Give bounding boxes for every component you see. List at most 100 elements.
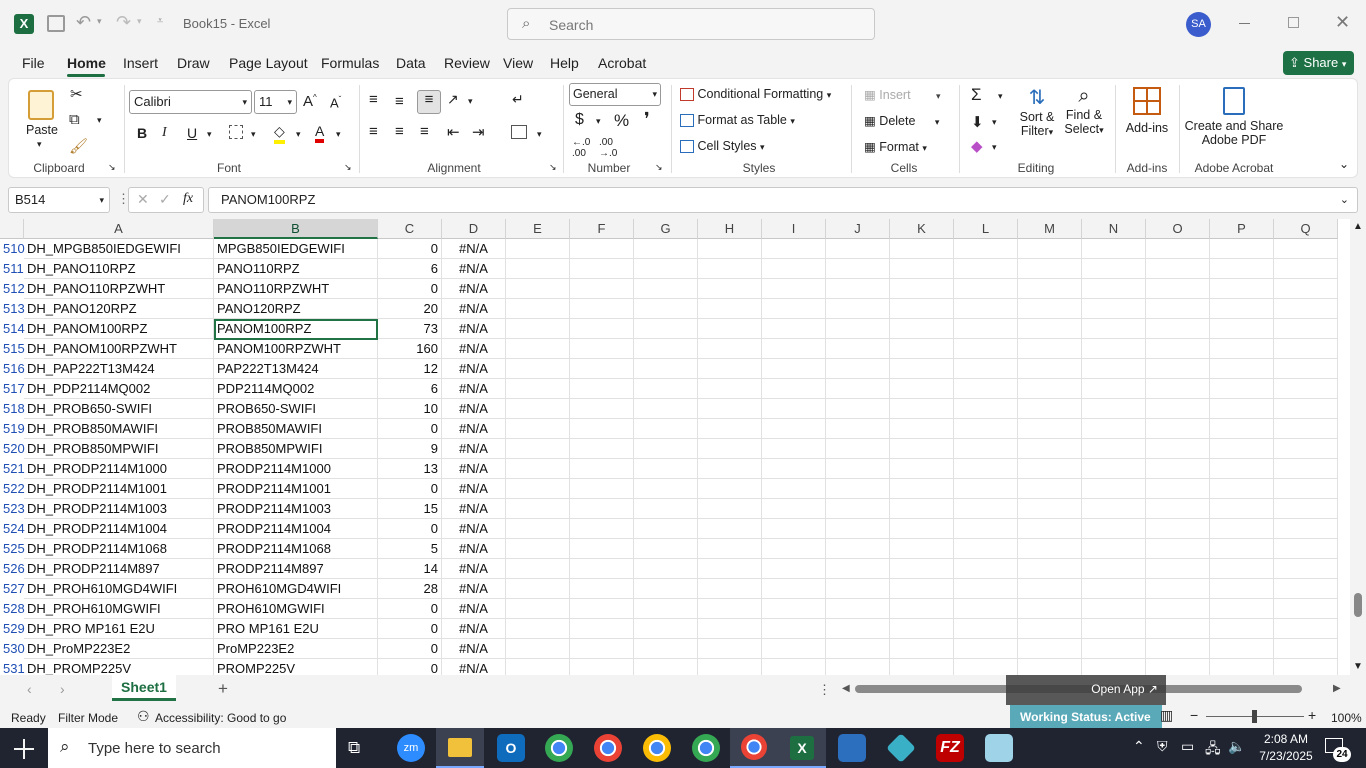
merge-dropdown-icon[interactable]: ▾ bbox=[537, 129, 542, 140]
cell-empty[interactable] bbox=[1146, 299, 1210, 319]
cell-empty[interactable] bbox=[634, 639, 698, 659]
cell-empty[interactable] bbox=[1082, 319, 1146, 339]
cell-empty[interactable] bbox=[1210, 559, 1274, 579]
cell-empty[interactable] bbox=[1146, 619, 1210, 639]
cell-empty[interactable] bbox=[1082, 339, 1146, 359]
taskbar-time[interactable]: 2:08 AM bbox=[1258, 732, 1314, 746]
cell-c[interactable]: 0 bbox=[378, 659, 442, 675]
cell-empty[interactable] bbox=[506, 379, 570, 399]
column-header-c[interactable]: C bbox=[378, 219, 442, 239]
cell-empty[interactable] bbox=[826, 619, 890, 639]
font-color-dropdown-icon[interactable]: ▾ bbox=[336, 129, 341, 140]
cell-empty[interactable] bbox=[890, 539, 954, 559]
cell-empty[interactable] bbox=[634, 659, 698, 675]
cell-empty[interactable] bbox=[890, 619, 954, 639]
status-accessibility[interactable]: Accessibility: Good to go bbox=[155, 711, 286, 725]
cell-empty[interactable] bbox=[954, 599, 1018, 619]
cell-empty[interactable] bbox=[954, 399, 1018, 419]
cell-d[interactable]: #N/A bbox=[442, 379, 506, 399]
cell-empty[interactable] bbox=[762, 639, 826, 659]
cell-empty[interactable] bbox=[762, 499, 826, 519]
cell-empty[interactable] bbox=[1082, 399, 1146, 419]
cell-empty[interactable] bbox=[1274, 359, 1338, 379]
find-select-button[interactable]: ⌕ Find & Select▾ bbox=[1063, 85, 1105, 155]
cell-empty[interactable] bbox=[890, 399, 954, 419]
fill-color-icon[interactable]: ◇ bbox=[274, 123, 285, 144]
cell-a[interactable]: DH_PANOM100RPZWHT bbox=[24, 339, 214, 359]
column-header-h[interactable]: H bbox=[698, 219, 762, 239]
cell-d[interactable]: #N/A bbox=[442, 439, 506, 459]
calculator-icon[interactable] bbox=[838, 734, 866, 762]
cell-empty[interactable] bbox=[762, 299, 826, 319]
cell-empty[interactable] bbox=[954, 239, 1018, 259]
cell-empty[interactable] bbox=[698, 359, 762, 379]
align-right-icon[interactable]: ≡ bbox=[420, 123, 429, 140]
cell-empty[interactable] bbox=[698, 419, 762, 439]
cell-empty[interactable] bbox=[1082, 539, 1146, 559]
cell-empty[interactable] bbox=[954, 379, 1018, 399]
row-header[interactable]: 519 bbox=[0, 419, 25, 439]
cell-empty[interactable] bbox=[570, 399, 634, 419]
cell-empty[interactable] bbox=[826, 359, 890, 379]
cell-empty[interactable] bbox=[634, 619, 698, 639]
cell-b[interactable]: PANO110RPZ bbox=[214, 259, 378, 279]
close-button[interactable]: ✕ bbox=[1335, 12, 1350, 33]
cell-empty[interactable] bbox=[1082, 639, 1146, 659]
cell-empty[interactable] bbox=[826, 239, 890, 259]
cell-empty[interactable] bbox=[570, 239, 634, 259]
cell-empty[interactable] bbox=[890, 659, 954, 675]
conditional-formatting-button[interactable]: Conditional Formatting ▾ bbox=[680, 87, 831, 102]
customize-toolbar-icon[interactable]: ⩡ bbox=[157, 15, 163, 28]
cell-empty[interactable] bbox=[570, 359, 634, 379]
cell-empty[interactable] bbox=[762, 579, 826, 599]
cell-empty[interactable] bbox=[506, 639, 570, 659]
cell-empty[interactable] bbox=[570, 379, 634, 399]
cell-c[interactable]: 0 bbox=[378, 419, 442, 439]
row-header[interactable]: 531 bbox=[0, 659, 25, 675]
cell-empty[interactable] bbox=[570, 319, 634, 339]
cell-a[interactable]: DH_PRODP2114M1068 bbox=[24, 539, 214, 559]
cell-a[interactable]: DH_ProMP223E2 bbox=[24, 639, 214, 659]
cell-empty[interactable] bbox=[570, 659, 634, 675]
cell-empty[interactable] bbox=[1082, 499, 1146, 519]
cell-empty[interactable] bbox=[954, 279, 1018, 299]
italic-icon[interactable]: I bbox=[162, 125, 167, 141]
column-header-g[interactable]: G bbox=[634, 219, 698, 239]
cell-c[interactable]: 0 bbox=[378, 639, 442, 659]
cell-empty[interactable] bbox=[1082, 459, 1146, 479]
row-header[interactable]: 530 bbox=[0, 639, 25, 659]
row-header[interactable]: 510 bbox=[0, 239, 25, 259]
cell-empty[interactable] bbox=[826, 279, 890, 299]
column-header-p[interactable]: P bbox=[1210, 219, 1274, 239]
clear-dropdown-icon[interactable]: ▾ bbox=[992, 142, 997, 153]
enter-icon[interactable]: ✓ bbox=[159, 191, 171, 208]
cell-empty[interactable] bbox=[634, 519, 698, 539]
cell-empty[interactable] bbox=[634, 459, 698, 479]
cell-d[interactable]: #N/A bbox=[442, 519, 506, 539]
format-as-table-button[interactable]: Format as Table ▾ bbox=[680, 113, 795, 128]
page-layout-view-icon[interactable]: ▥ bbox=[1160, 707, 1173, 724]
cell-empty[interactable] bbox=[826, 559, 890, 579]
fill-color-dropdown-icon[interactable]: ▾ bbox=[296, 129, 301, 140]
cell-b[interactable]: PRODP2114M897 bbox=[214, 559, 378, 579]
cell-empty[interactable] bbox=[1210, 379, 1274, 399]
cell-empty[interactable] bbox=[826, 399, 890, 419]
accessibility-icon[interactable]: ⚇ bbox=[137, 708, 150, 725]
cell-empty[interactable] bbox=[826, 419, 890, 439]
cell-empty[interactable] bbox=[570, 539, 634, 559]
chrome-icon-1[interactable] bbox=[545, 734, 573, 762]
notepad-icon[interactable] bbox=[985, 734, 1013, 762]
sheet-tab-sheet1[interactable]: Sheet1 bbox=[112, 675, 176, 701]
cell-empty[interactable] bbox=[826, 519, 890, 539]
cell-d[interactable]: #N/A bbox=[442, 659, 506, 675]
next-sheet-icon[interactable]: › bbox=[60, 681, 65, 697]
taskbar-date[interactable]: 7/23/2025 bbox=[1254, 749, 1318, 763]
cell-empty[interactable] bbox=[762, 419, 826, 439]
cell-empty[interactable] bbox=[1274, 239, 1338, 259]
cell-c[interactable]: 6 bbox=[378, 379, 442, 399]
cell-d[interactable]: #N/A bbox=[442, 339, 506, 359]
cell-a[interactable]: DH_PROH610MGD4WIFI bbox=[24, 579, 214, 599]
cell-empty[interactable] bbox=[506, 619, 570, 639]
horizontal-scroll-left-icon[interactable]: ◀ bbox=[842, 683, 850, 694]
tab-formulas[interactable]: Formulas bbox=[321, 55, 379, 71]
